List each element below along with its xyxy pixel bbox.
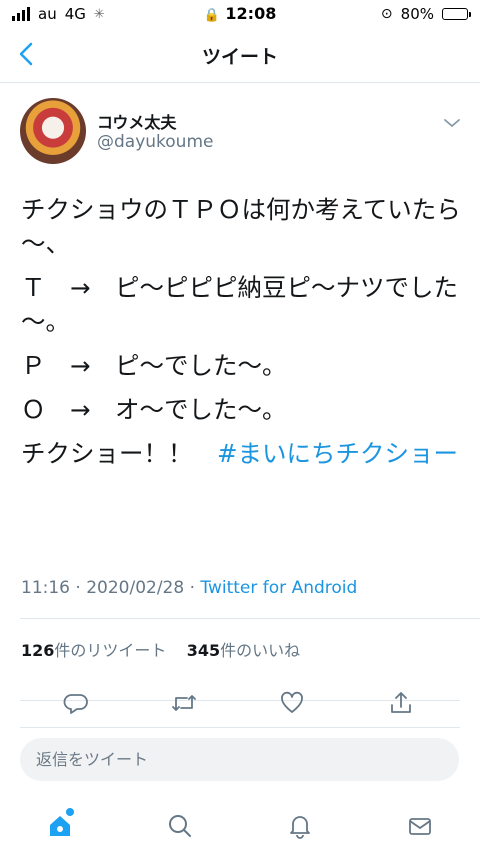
share-button[interactable] [383,685,419,721]
retweet-icon [172,695,196,711]
messages-icon [409,818,431,835]
like-icon [281,691,303,713]
author-handle[interactable]: @dayukoume [97,132,213,152]
tweet-text: チクショウのＴＰＯは何か考えていたら～、 Ｔ → ピ～ピピピ納豆ピ～ナツでした～… [21,193,461,481]
notification-dot [66,808,74,816]
tab-search[interactable] [160,806,200,846]
nav-bar: ツイート [0,28,480,83]
tweet-line-last: チクショー！！ #まいにちチクショー [21,437,461,471]
avatar[interactable] [20,98,86,164]
retweet-count: 126 [21,641,55,660]
hashtag-link[interactable]: #まいにちチクショー [217,439,458,468]
tweet-timestamp: 11:16 · 2020/02/28 · [21,578,201,598]
tweet-stats: 126件のリツイート 345件のいいね [21,637,300,661]
tweet-line: チクショウのＴＰＯは何か考えていたら～、 [21,195,461,258]
tweet-menu-button[interactable] [442,114,462,130]
like-count: 345 [186,641,221,660]
reply-bar [20,738,459,781]
tweet-actions [0,685,480,725]
author-name[interactable]: コウメ太夫 [97,109,176,133]
tweet-meta: 11:16 · 2020/02/28 · Twitter for Android [21,578,357,598]
divider [20,727,460,728]
battery-icon [442,8,471,20]
share-icon [391,692,411,713]
tweet-line: Ｏ → オ～でした～。 [21,395,287,424]
reply-input[interactable] [20,738,459,781]
status-bar: au 4G ✳ 🔒 12:08 ⊙ 80% [0,0,480,28]
tweet-source-link[interactable]: Twitter for Android [200,578,357,598]
orientation-lock-icon: ⊙ [380,6,393,22]
time-label: 12:08 [225,4,277,23]
retweet-count-label: 件のリツイート [54,641,167,660]
reply-button[interactable] [58,685,94,721]
notifications-icon [290,816,310,839]
like-count-link[interactable]: 345件のいいね [187,641,300,660]
lock-icon: 🔒 [203,8,220,23]
tweet-line: Ｐ → ピ～でした～。 [21,351,287,380]
search-icon [169,815,191,837]
page-title: ツイート [201,46,278,68]
like-button[interactable] [274,685,310,721]
tab-home[interactable] [40,806,80,846]
tab-messages[interactable] [400,806,440,846]
tab-notifications[interactable] [280,806,320,846]
tweet-line: チクショー！！ [21,439,217,468]
like-count-label: 件のいいね [220,641,301,660]
retweet-button[interactable] [166,685,202,721]
tab-bar [0,800,480,854]
reply-icon [63,694,88,714]
tweet-line: Ｔ → ピ～ピピピ納豆ピ～ナツでした～。 [21,273,459,336]
retweet-count-link[interactable]: 126件のリツイート [21,641,166,660]
divider [20,618,480,619]
battery-label: 80% [400,5,434,23]
caret-down-icon [444,119,460,128]
status-right: ⊙ 80% [380,5,471,23]
